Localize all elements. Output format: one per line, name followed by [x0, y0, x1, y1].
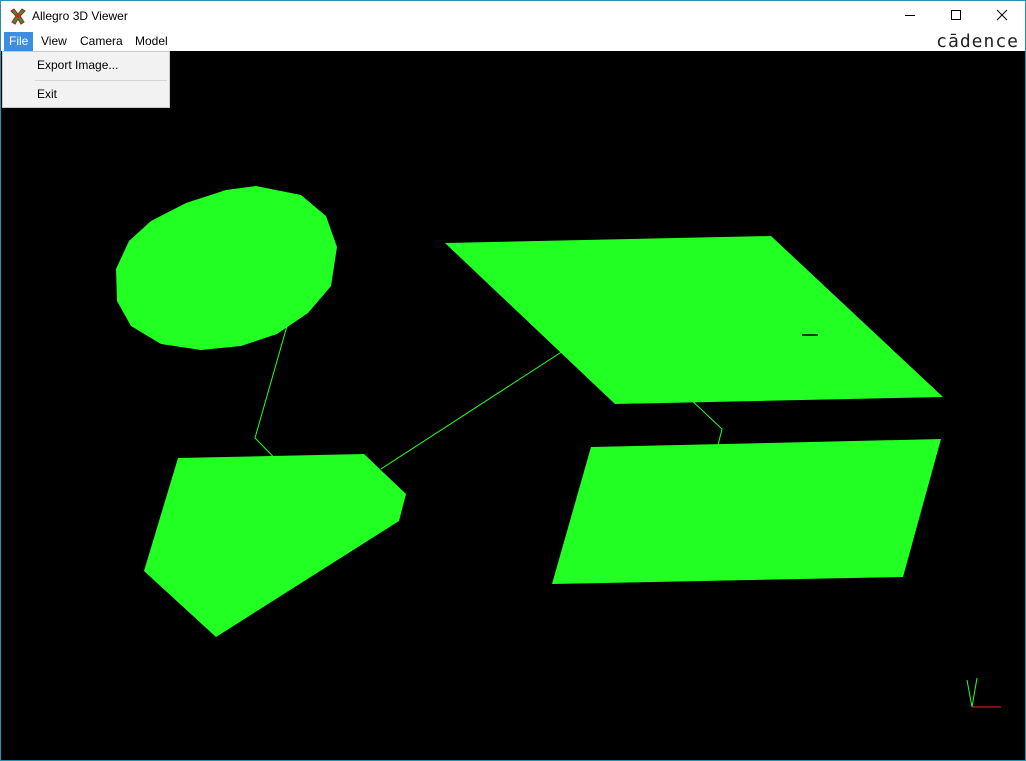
ellipse-shape[interactable]	[116, 186, 337, 350]
3d-scene	[116, 186, 1001, 708]
trace-pentagon-to-top-plane	[380, 350, 564, 470]
window-title: Allegro 3D Viewer	[32, 9, 128, 23]
minimize-icon	[904, 9, 916, 24]
minimize-button[interactable]	[887, 1, 933, 32]
menu-file[interactable]: File	[4, 32, 34, 51]
close-button[interactable]	[979, 1, 1025, 32]
pentagon-shape[interactable]	[144, 454, 406, 637]
axis-indicator-icon	[966, 677, 1001, 708]
cadence-logo: cādence	[936, 31, 1019, 52]
menu-camera[interactable]: Camera	[75, 32, 128, 51]
menu-separator	[35, 80, 167, 81]
maximize-icon	[950, 9, 962, 24]
menu-item-export-image[interactable]: Export Image...	[4, 54, 168, 76]
file-menu-dropdown: Export Image... Exit	[2, 51, 170, 108]
menu-bar: File View Camera Model cādence	[1, 32, 1025, 51]
menu-view[interactable]: View	[36, 32, 72, 51]
title-bar[interactable]: Allegro 3D Viewer	[1, 1, 1025, 32]
bottom-plane-shape[interactable]	[552, 439, 941, 584]
app-window: Allegro 3D Viewer File View Camera Model…	[0, 0, 1026, 761]
3d-viewport[interactable]	[1, 51, 1025, 760]
menu-item-exit[interactable]: Exit	[4, 83, 168, 105]
close-icon	[996, 9, 1008, 24]
menu-model[interactable]: Model	[130, 32, 173, 51]
allegro-app-icon[interactable]	[9, 8, 27, 26]
maximize-button[interactable]	[933, 1, 979, 32]
